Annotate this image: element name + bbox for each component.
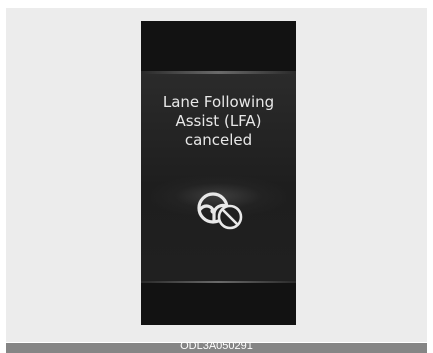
cluster-display: Lane Following Assist (LFA) canceled [141, 21, 296, 325]
display-top-band [141, 21, 296, 71]
message-line-3: canceled [184, 131, 253, 149]
display-bottom-band [141, 283, 296, 325]
steering-wheel-cancel-icon [197, 192, 243, 230]
lfa-canceled-message: Lane Following Assist (LFA) canceled [141, 93, 296, 150]
figure-code: ODL3A050291 [180, 343, 253, 352]
figure: Lane Following Assist (LFA) canceled ODL… [0, 0, 433, 353]
caption-bar: ODL3A050291 [6, 343, 427, 353]
message-line-1: Lane Following [162, 93, 275, 111]
cancel-icon [217, 204, 243, 230]
message-line-2: Assist (LFA) [175, 112, 262, 130]
